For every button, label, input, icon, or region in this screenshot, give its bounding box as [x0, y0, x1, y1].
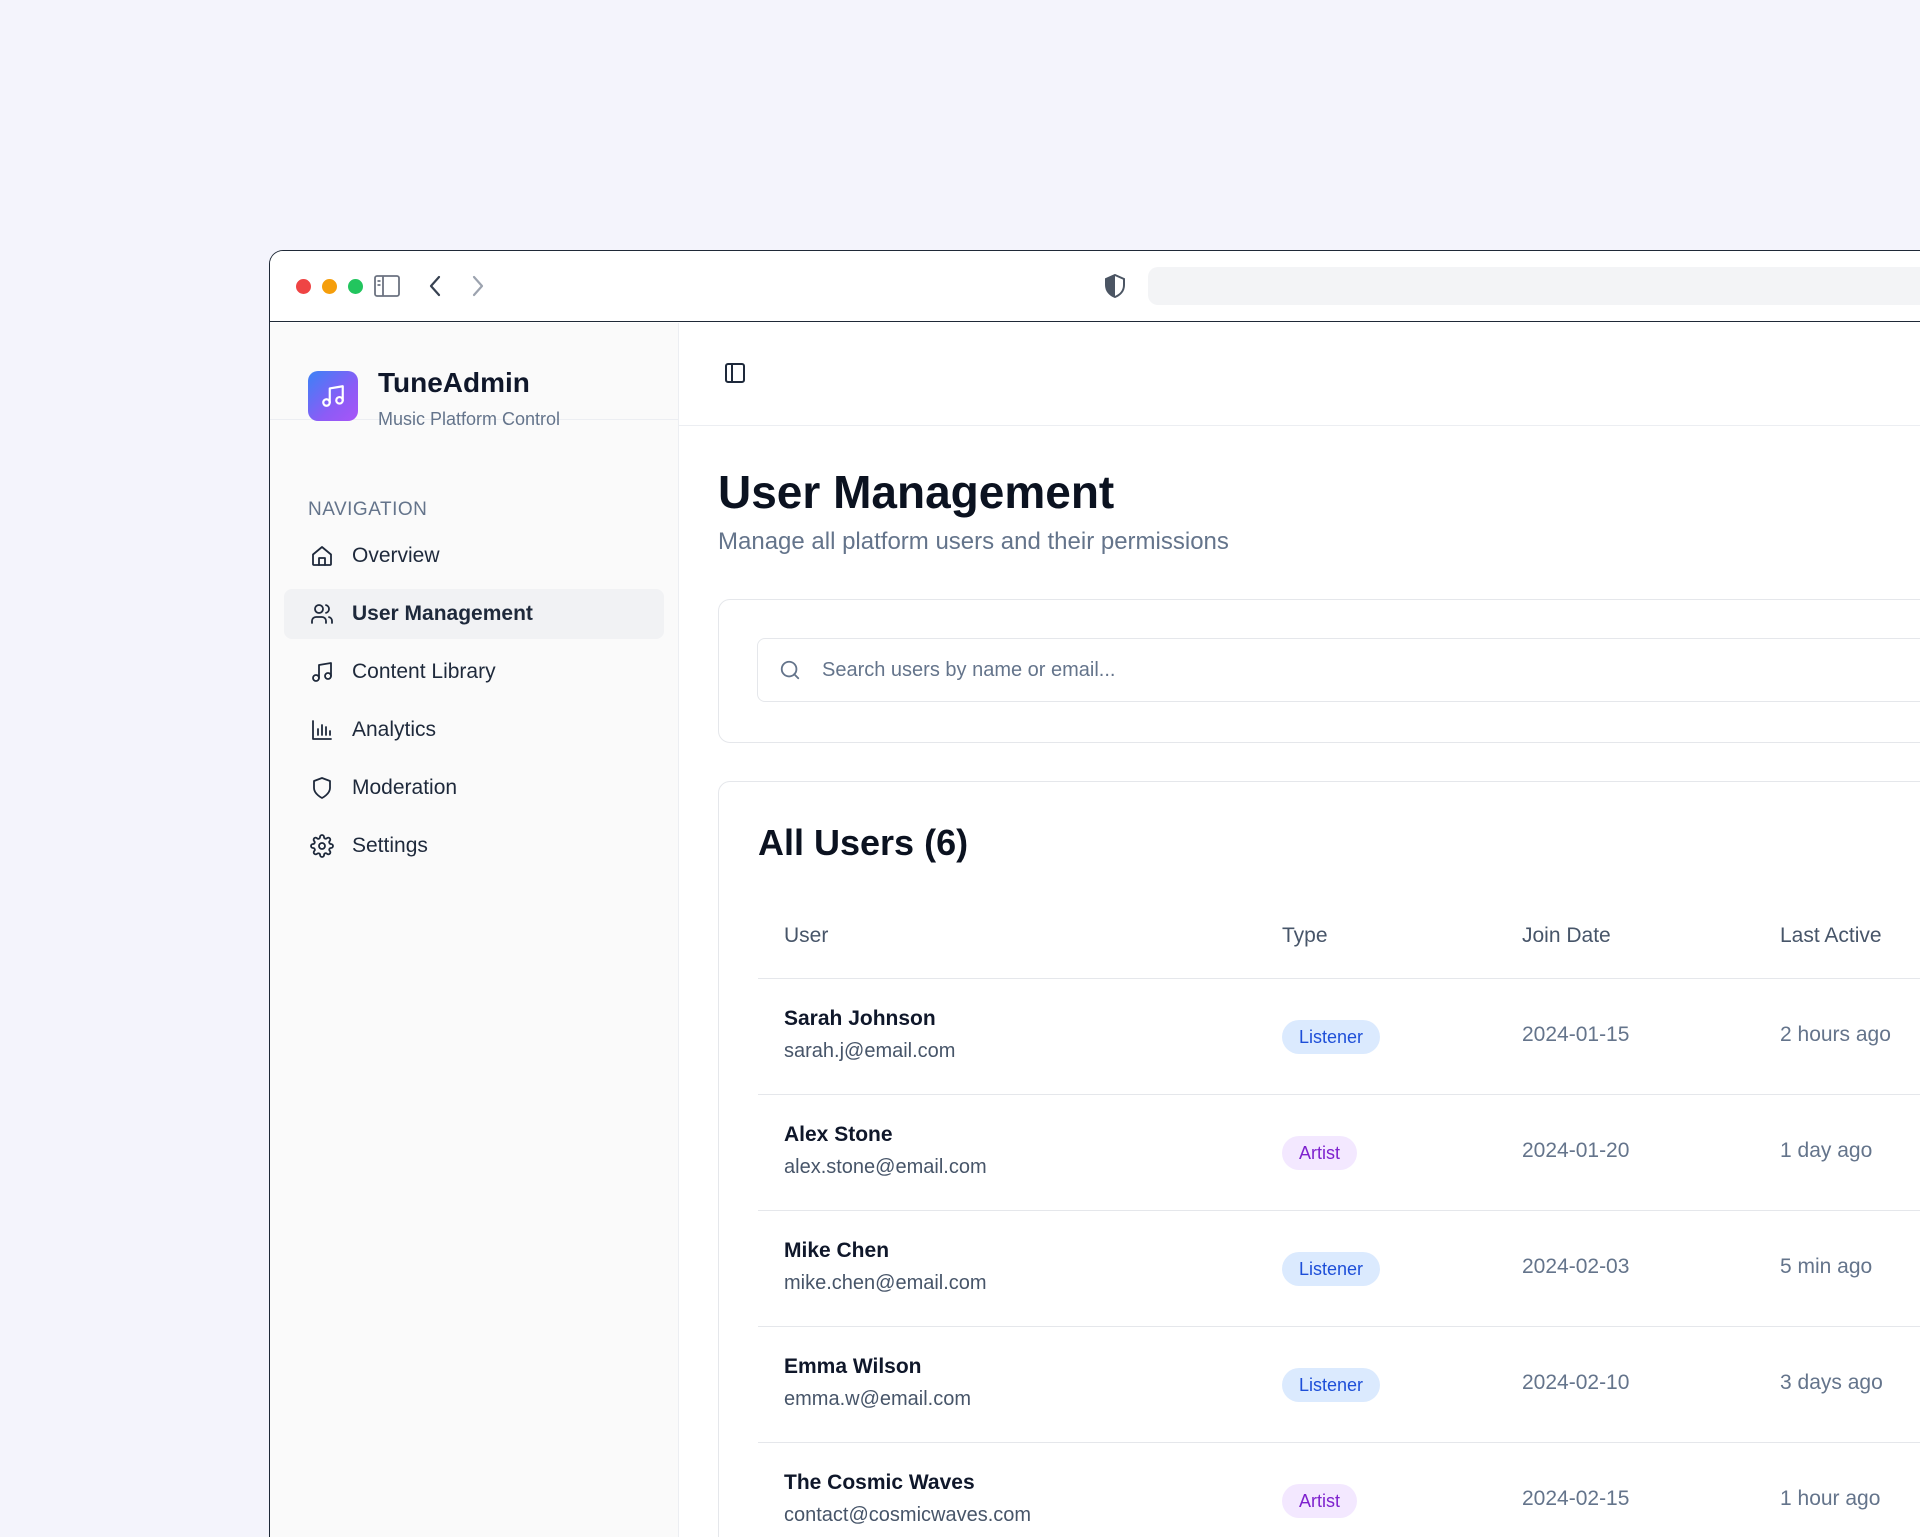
- user-email: mike.chen@email.com: [784, 1272, 987, 1294]
- main-content: User Management Manage all platform user…: [679, 323, 1920, 1537]
- sidebar-item-label: Moderation: [352, 776, 458, 799]
- sidebar-item-overview[interactable]: Overview: [284, 531, 664, 581]
- user-type-badge: Listener: [1282, 1020, 1381, 1054]
- page-title: User Management: [718, 466, 1115, 518]
- column-header-type[interactable]: Type: [1282, 924, 1328, 948]
- music-note-icon: [308, 658, 336, 686]
- user-type-badge: Artist: [1282, 1484, 1358, 1518]
- join-date: 2024-01-20: [1522, 1139, 1630, 1162]
- search-icon: [776, 656, 804, 684]
- user-email: sarah.j@email.com: [784, 1040, 956, 1062]
- column-header-user[interactable]: User: [784, 924, 828, 948]
- close-window-button[interactable]: [296, 279, 311, 294]
- last-active: 1 day ago: [1780, 1139, 1873, 1162]
- sidebar-toggle-icon[interactable]: [372, 271, 402, 301]
- privacy-shield-icon[interactable]: [1100, 271, 1130, 301]
- sidebar-item-label: Content Library: [352, 660, 496, 683]
- search-box[interactable]: [757, 638, 1920, 702]
- user-email: contact@cosmicwaves.com: [784, 1504, 1032, 1526]
- search-card: [718, 599, 1920, 743]
- table-row[interactable]: Sarah Johnson sarah.j@email.com Listener…: [758, 979, 1920, 1095]
- table-row[interactable]: Emma Wilson emma.w@email.com Listener 20…: [758, 1327, 1920, 1443]
- last-active: 3 days ago: [1780, 1371, 1883, 1394]
- app-logo[interactable]: [308, 371, 358, 421]
- search-input[interactable]: [820, 657, 1920, 683]
- sidebar-item-label: User Management: [352, 602, 533, 625]
- user-type-badge: Listener: [1282, 1368, 1381, 1402]
- column-header-last-active[interactable]: Last Active: [1780, 924, 1882, 948]
- nav-list: Overview User Management Content Library…: [284, 531, 664, 879]
- user-name: Alex Stone: [784, 1123, 893, 1146]
- last-active: 2 hours ago: [1780, 1023, 1891, 1046]
- forward-arrow-icon[interactable]: [463, 271, 493, 301]
- join-date: 2024-02-10: [1522, 1371, 1630, 1394]
- users-icon: [308, 600, 336, 628]
- user-name: The Cosmic Waves: [784, 1471, 975, 1494]
- minimize-window-button[interactable]: [322, 279, 337, 294]
- user-type-badge: Listener: [1282, 1252, 1381, 1286]
- nav-heading: NAVIGATION: [308, 499, 428, 520]
- users-card-title: All Users (6): [758, 822, 969, 863]
- user-name: Emma Wilson: [784, 1355, 922, 1378]
- user-email: alex.stone@email.com: [784, 1156, 987, 1178]
- back-arrow-icon[interactable]: [420, 271, 450, 301]
- app-subtitle: Music Platform Control: [378, 409, 561, 429]
- sidebar-item-label: Overview: [352, 544, 440, 567]
- sidebar-item-user-management[interactable]: User Management: [284, 589, 664, 639]
- panel-toggle-icon[interactable]: [723, 361, 747, 390]
- user-email: emma.w@email.com: [784, 1388, 972, 1410]
- sidebar-item-moderation[interactable]: Moderation: [284, 763, 664, 813]
- maximize-window-button[interactable]: [348, 279, 363, 294]
- browser-titlebar: [270, 251, 1920, 322]
- sidebar-item-label: Analytics: [352, 718, 437, 741]
- brand-header: TuneAdmin Music Platform Control: [270, 323, 678, 429]
- last-active: 5 min ago: [1780, 1255, 1873, 1278]
- browser-window: TuneAdmin Music Platform Control NAVIGAT…: [269, 250, 1920, 1537]
- user-name: Sarah Johnson: [784, 1007, 936, 1030]
- page-subtitle: Manage all platform users and their perm…: [718, 528, 1229, 555]
- table-header: User Type Join Date Last Active: [758, 892, 1920, 979]
- app-name: TuneAdmin: [378, 367, 530, 398]
- user-type-badge: Artist: [1282, 1136, 1358, 1170]
- sidebar-item-content-library[interactable]: Content Library: [284, 647, 664, 697]
- join-date: 2024-02-03: [1522, 1255, 1630, 1278]
- table-row[interactable]: Alex Stone alex.stone@email.com Artist 2…: [758, 1095, 1920, 1211]
- user-name: Mike Chen: [784, 1239, 890, 1262]
- sidebar-item-label: Settings: [352, 834, 428, 857]
- last-active: 1 hour ago: [1780, 1487, 1881, 1510]
- sidebar-item-settings[interactable]: Settings: [284, 821, 664, 871]
- shield-icon: [308, 774, 336, 802]
- table-row[interactable]: The Cosmic Waves contact@cosmicwaves.com…: [758, 1443, 1920, 1537]
- users-table: User Type Join Date Last Active Sarah Jo…: [758, 892, 1920, 1537]
- top-bar: [679, 323, 1920, 426]
- address-bar[interactable]: [1148, 267, 1920, 305]
- column-header-join-date[interactable]: Join Date: [1522, 924, 1611, 948]
- sidebar-item-analytics[interactable]: Analytics: [284, 705, 664, 755]
- gear-icon: [308, 832, 336, 860]
- join-date: 2024-02-15: [1522, 1487, 1630, 1510]
- users-card: All Users (6) User Type Join Date Last A…: [718, 781, 1920, 1537]
- sidebar: TuneAdmin Music Platform Control NAVIGAT…: [270, 323, 679, 1537]
- join-date: 2024-01-15: [1522, 1023, 1630, 1046]
- table-row[interactable]: Mike Chen mike.chen@email.com Listener 2…: [758, 1211, 1920, 1327]
- home-icon: [308, 542, 336, 570]
- bar-chart-icon: [308, 716, 336, 744]
